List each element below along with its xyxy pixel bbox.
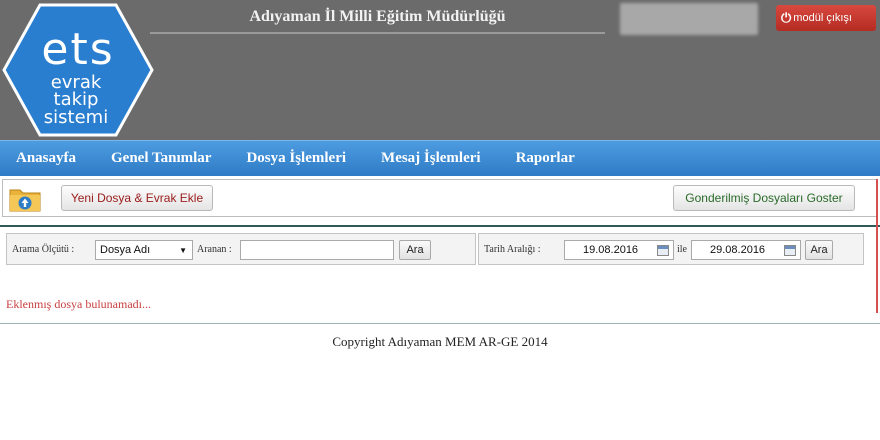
calendar-icon[interactable] (784, 244, 796, 256)
ets-logo[interactable]: ets evrak takip sistemi (2, 2, 154, 138)
file-toolbar: Yeni Dosya & Evrak Ekle Gonderilmiş Dosy… (2, 179, 877, 217)
main-nav: Anasayfa Genel Tanımlar Dosya İşlemleri … (0, 140, 880, 176)
user-info-blurred (620, 3, 758, 35)
query-label: Aranan : (197, 244, 232, 255)
criteria-select[interactable]: Dosya Adı ▼ (95, 240, 193, 260)
nav-genel-tanimlar[interactable]: Genel Tanımlar (107, 150, 215, 167)
date-range-label: Tarih Aralığı : (484, 244, 541, 255)
nav-dosya-islemleri[interactable]: Dosya İşlemleri (242, 150, 350, 167)
dropdown-arrow-icon: ▼ (179, 245, 187, 255)
query-input[interactable] (240, 240, 394, 260)
search-button[interactable]: Ara (399, 240, 431, 260)
calendar-icon[interactable] (657, 244, 669, 256)
logo-sistemi-text: sistemi (44, 107, 108, 128)
show-sent-files-button[interactable]: Gonderilmiş Dosyaları Goster (673, 185, 855, 211)
start-date-input[interactable]: 19.08.2016 (564, 240, 674, 260)
criteria-label: Arama Ölçütü : (12, 244, 75, 255)
panel-edge (876, 179, 878, 313)
content-border (0, 323, 880, 324)
between-label: ile (677, 244, 687, 255)
folder-upload-icon[interactable] (9, 186, 41, 212)
date-filter-panel: Tarih Aralığı : 19.08.2016 ile 29.08.201… (478, 233, 864, 265)
search-panel: Arama Ölçütü : Dosya Adı ▼ Aranan : Ara (6, 233, 476, 265)
no-file-message: Eklenmış dosya bulunamadı... (6, 297, 151, 311)
header-title: Adıyaman İl Milli Eğitim Müdürlüğü (150, 0, 605, 34)
divider (0, 225, 880, 227)
date-search-button[interactable]: Ara (805, 240, 833, 260)
end-date-value: 29.08.2016 (710, 244, 766, 256)
module-exit-button[interactable]: ⏻ modül çıkışı (776, 5, 876, 31)
power-icon: ⏻ (781, 10, 792, 25)
nav-raporlar[interactable]: Raporlar (512, 150, 579, 167)
header: ets evrak takip sistemi Adıyaman İl Mill… (0, 0, 880, 140)
footer-copyright: Copyright Adıyaman MEM AR-GE 2014 (332, 334, 548, 349)
criteria-value: Dosya Adı (100, 244, 151, 256)
nav-mesaj-islemleri[interactable]: Mesaj İşlemleri (377, 150, 485, 167)
nav-anasayfa[interactable]: Anasayfa (12, 150, 80, 167)
logo-ets-text: ets (41, 24, 114, 75)
start-date-value: 19.08.2016 (583, 244, 639, 256)
add-file-button[interactable]: Yeni Dosya & Evrak Ekle (61, 185, 213, 211)
module-exit-label: modül çıkışı (793, 12, 852, 24)
end-date-input[interactable]: 29.08.2016 (691, 240, 801, 260)
